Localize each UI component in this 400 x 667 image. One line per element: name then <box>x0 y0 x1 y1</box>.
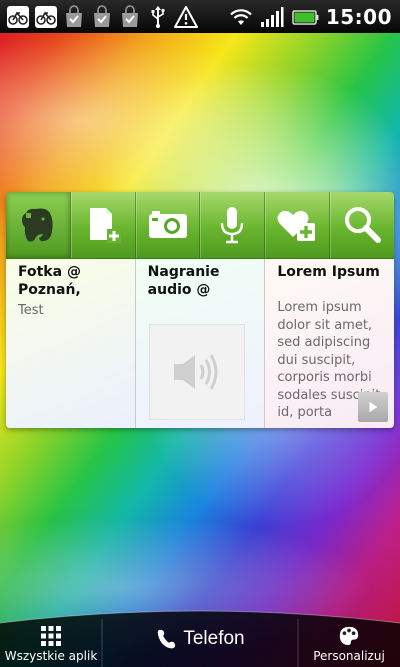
status-clock: 15:00 <box>325 4 392 29</box>
new-favorite-icon <box>277 210 316 241</box>
note-title: Fotka @ Poznań, <box>18 264 81 298</box>
notes-list: Fotka @ Poznań, Test Nagranie audio @ Lo… <box>6 259 394 428</box>
bike-notification-icon <box>34 5 58 29</box>
note-subtitle: Test <box>18 303 44 318</box>
warning-icon <box>174 5 198 29</box>
signal-icon <box>260 5 284 29</box>
battery-icon <box>291 5 319 29</box>
phone-label: Telefon <box>183 628 245 649</box>
phone-button[interactable]: Telefon <box>102 611 298 667</box>
wifi-icon <box>229 5 253 29</box>
shopping-bag-check-icon <box>118 4 142 29</box>
phone-icon <box>158 629 176 649</box>
personalize-button[interactable]: Personalizuj <box>298 611 400 667</box>
usb-icon <box>146 5 170 29</box>
search-icon <box>345 207 382 243</box>
search-button[interactable] <box>330 192 394 258</box>
microphone-icon <box>221 207 244 244</box>
new-favorite-button[interactable] <box>265 192 331 258</box>
all-apps-button[interactable]: Wszystkie aplik <box>0 611 102 667</box>
new-note-button[interactable] <box>71 192 136 258</box>
snapshot-button[interactable] <box>136 192 201 258</box>
bottom-dock: Wszystkie aplik Telefon Personalizuj <box>0 605 400 667</box>
play-arrow-icon <box>369 401 378 413</box>
note-title: Nagranie audio @ <box>147 264 220 298</box>
audio-thumbnail <box>148 324 245 420</box>
personalize-label: Personalizuj <box>313 649 385 663</box>
status-bar[interactable]: 15:00 <box>0 0 400 33</box>
app-grid-icon <box>41 626 61 646</box>
audio-note-button[interactable] <box>200 192 266 258</box>
next-page-button[interactable] <box>358 392 389 422</box>
evernote-widget[interactable]: Fotka @ Poznań, Test Nagranie audio @ Lo… <box>6 192 394 428</box>
evernote-elephant-icon <box>21 208 53 242</box>
all-apps-label: Wszystkie aplik <box>4 649 98 663</box>
note-item[interactable]: Nagranie audio @ <box>135 259 266 428</box>
widget-toolbar <box>6 192 394 259</box>
bike-notification-icon <box>6 5 30 29</box>
note-item[interactable]: Lorem Ipsum Lorem ipsum dolor sit amet, … <box>265 259 394 428</box>
evernote-home-button[interactable] <box>6 192 71 258</box>
camera-icon <box>148 211 187 238</box>
paint-palette-icon <box>339 626 359 646</box>
shopping-bag-check-icon <box>62 4 86 29</box>
new-note-icon <box>89 208 121 243</box>
shopping-bag-check-icon <box>90 4 114 29</box>
note-item[interactable]: Fotka @ Poznań, Test <box>6 259 136 428</box>
note-title: Lorem Ipsum <box>277 264 380 280</box>
speaker-icon <box>173 354 218 390</box>
